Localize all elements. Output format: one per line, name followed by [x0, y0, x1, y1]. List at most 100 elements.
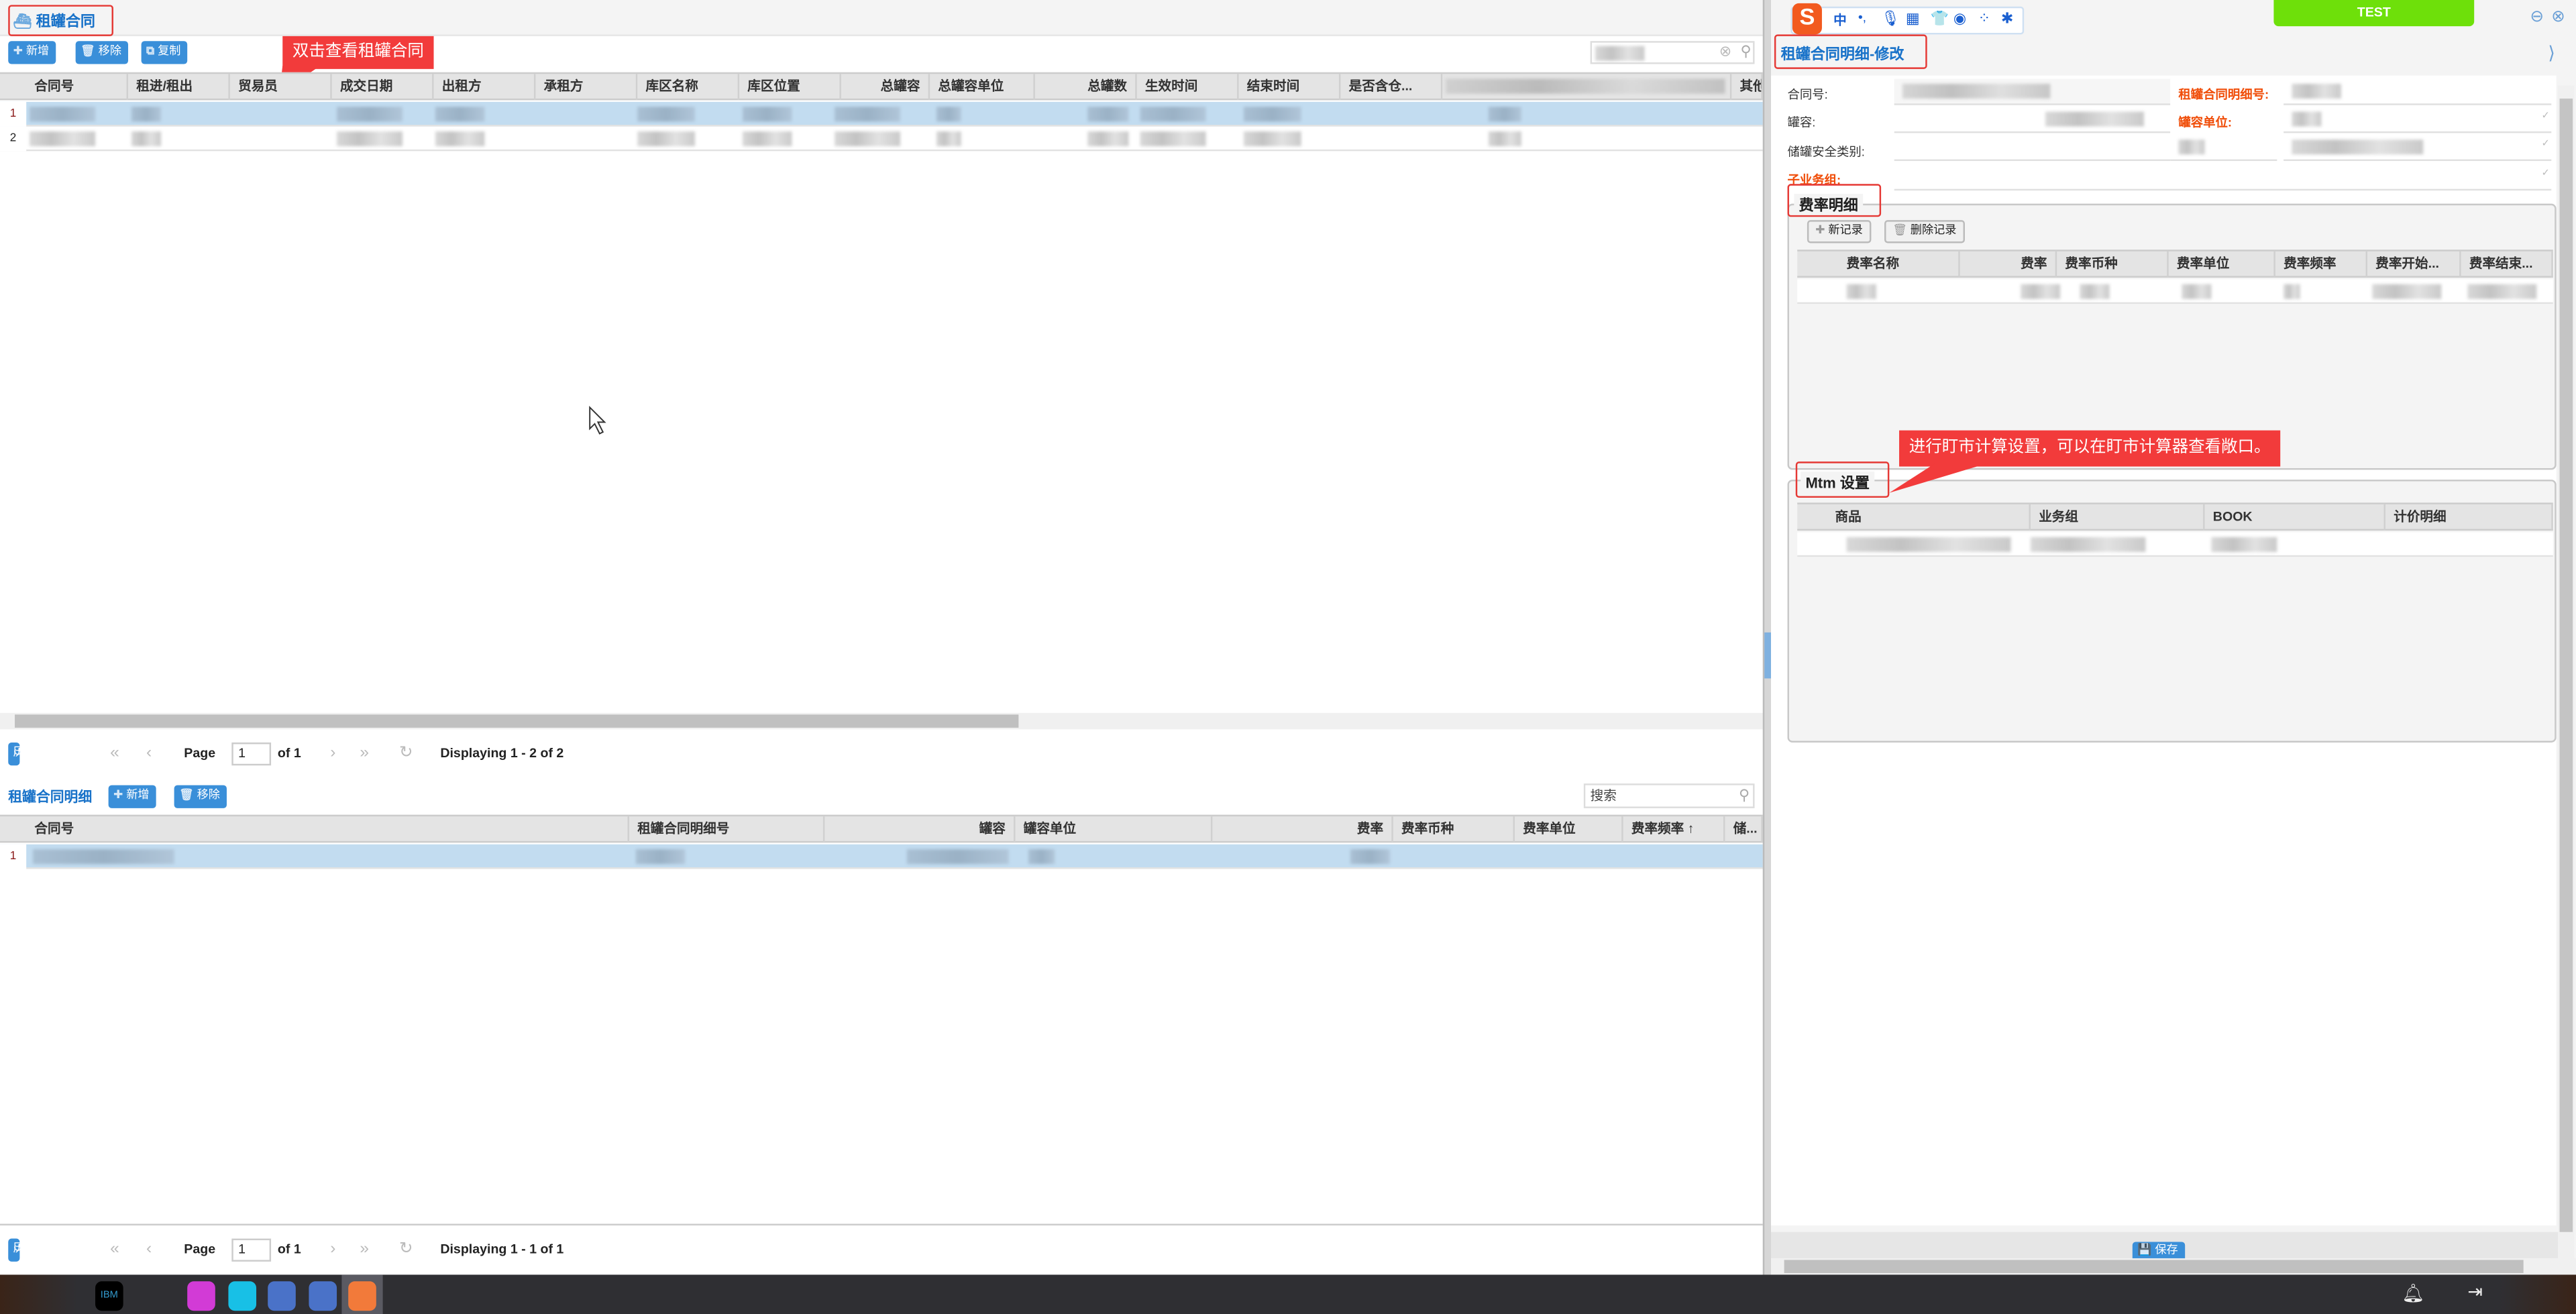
- col-rate-unit[interactable]: 费率单位: [1515, 816, 1623, 843]
- refresh-icon[interactable]: ↻: [399, 1239, 413, 1262]
- first-page-icon[interactable]: «: [110, 743, 119, 765]
- next-page-icon[interactable]: ›: [330, 743, 335, 765]
- home-app-icon[interactable]: [268, 1281, 296, 1311]
- skin-icon[interactable]: 👕: [1931, 10, 1949, 28]
- search-input[interactable]: ⊗ ⚲: [1590, 41, 1755, 64]
- blurred-field[interactable]: [2170, 134, 2277, 162]
- shop-app-icon[interactable]: [187, 1281, 215, 1311]
- col-rate[interactable]: 费率: [1960, 251, 2057, 278]
- col-storage[interactable]: 储...: [1725, 816, 1763, 843]
- col-rate-start[interactable]: 费率开始...: [2367, 251, 2461, 278]
- logout-icon[interactable]: ⇥: [2467, 1281, 2483, 1303]
- expand-icon[interactable]: ⟩: [2548, 43, 2555, 64]
- col-lessor[interactable]: 出租方: [434, 74, 536, 101]
- apps-icon[interactable]: ⁘: [1978, 10, 1990, 28]
- col-area-location[interactable]: 库区位置: [739, 74, 841, 101]
- table-row[interactable]: [1797, 279, 2553, 305]
- col-business-group[interactable]: 业务组: [2031, 504, 2205, 531]
- bell-icon[interactable]: 🔔︎: [2402, 1283, 2424, 1304]
- close-icon[interactable]: ⊗: [2551, 8, 2565, 26]
- browser-app-icon[interactable]: [228, 1281, 257, 1311]
- robot-icon[interactable]: ◉: [1953, 10, 1966, 28]
- search-icon[interactable]: ⚲: [1739, 785, 1750, 807]
- col-rate-frequency[interactable]: 费率频率: [2275, 251, 2368, 278]
- capacity-unit-select[interactable]: ✓: [2284, 107, 2552, 133]
- mic-icon[interactable]: 🎙: [1881, 10, 1900, 28]
- panel-splitter[interactable]: [1762, 0, 1772, 1275]
- collapse-handle[interactable]: [1764, 632, 1772, 679]
- col-rate-unit[interactable]: 费率单位: [2169, 251, 2275, 278]
- detail-remove-button[interactable]: 🗑 移除: [174, 785, 227, 808]
- col-pricing-detail[interactable]: 计价明细: [2385, 504, 2553, 531]
- chevron-down-icon[interactable]: ✓: [2542, 168, 2550, 179]
- prev-page-icon[interactable]: ‹: [146, 1239, 152, 1262]
- col-includes-storage[interactable]: 是否含仓...: [1340, 74, 1443, 101]
- detail-no-field[interactable]: [2284, 78, 2552, 105]
- page-input[interactable]: 1: [231, 1238, 272, 1262]
- copy-button[interactable]: ⧉ 复制: [141, 41, 188, 64]
- sub-group-select[interactable]: ✓: [1894, 164, 2552, 191]
- capacity-field[interactable]: [1894, 107, 2171, 133]
- col-tank-count[interactable]: 总罐数: [1035, 74, 1137, 101]
- col-other[interactable]: 其他: [1731, 74, 1763, 101]
- history-button[interactable]: ↺ 历史记录: [8, 742, 59, 766]
- page-input[interactable]: 1: [231, 742, 272, 766]
- blurred-select[interactable]: ✓: [2284, 134, 2552, 162]
- col-rate-currency[interactable]: 费率币种: [2057, 251, 2169, 278]
- remove-button[interactable]: 🗑 移除: [75, 41, 128, 64]
- table-row[interactable]: [1797, 532, 2553, 557]
- col-rate-frequency[interactable]: 费率频率 ↑: [1623, 816, 1725, 843]
- col-capacity-unit[interactable]: 总罐容单位: [930, 74, 1035, 101]
- history-button[interactable]: ↺ 历史记录: [8, 1238, 59, 1262]
- keyboard-icon[interactable]: ▦: [1906, 10, 1920, 28]
- ime-mode[interactable]: 中: [1833, 11, 1847, 30]
- horizontal-scrollbar[interactable]: [0, 712, 1763, 730]
- col-rate-end[interactable]: 费率结束...: [2461, 251, 2553, 278]
- new-record-button[interactable]: ✚ 新记录: [1807, 220, 1871, 243]
- col-capacity[interactable]: 罐容: [824, 816, 1016, 843]
- punct-icon[interactable]: •,: [1858, 10, 1866, 25]
- col-detail-no[interactable]: 租罐合同明细号: [629, 816, 825, 843]
- settings-icon[interactable]: ✱: [2001, 10, 2013, 28]
- table-row[interactable]: 2: [0, 126, 1763, 152]
- delete-record-button[interactable]: 🗑 删除记录: [1884, 220, 1965, 243]
- home-app-2-icon[interactable]: [309, 1281, 337, 1311]
- ime-toolbar[interactable]: S 中 •, 🎙 ▦ 👕 ◉ ⁘ ✱: [1790, 3, 2025, 35]
- spreadsheet-app-icon[interactable]: [348, 1281, 376, 1311]
- col-blurred[interactable]: [1442, 74, 1732, 101]
- vertical-scrollbar[interactable]: [2558, 85, 2575, 1258]
- col-contract-no[interactable]: 合同号: [26, 74, 129, 101]
- col-lessee[interactable]: 承租方: [535, 74, 638, 101]
- last-page-icon[interactable]: »: [360, 743, 369, 765]
- table-row[interactable]: 1: [0, 844, 1763, 869]
- next-page-icon[interactable]: ›: [330, 1239, 335, 1262]
- col-deal-date[interactable]: 成交日期: [332, 74, 434, 101]
- sogou-logo[interactable]: S: [1792, 3, 1822, 35]
- contract-no-field[interactable]: [1894, 78, 2171, 105]
- prev-page-icon[interactable]: ‹: [146, 743, 152, 765]
- chevron-down-icon[interactable]: ✓: [2542, 110, 2550, 122]
- col-capacity-unit[interactable]: 罐容单位: [1015, 816, 1213, 843]
- search-icon[interactable]: ⚲: [1740, 43, 1751, 61]
- col-effective-time[interactable]: 生效时间: [1137, 74, 1239, 101]
- refresh-icon[interactable]: ↻: [399, 743, 413, 765]
- col-total-capacity[interactable]: 总罐容: [841, 74, 930, 101]
- col-trader[interactable]: 贸易员: [230, 74, 332, 101]
- horizontal-scrollbar[interactable]: [1771, 1258, 2576, 1275]
- col-rate[interactable]: 费率: [1212, 816, 1393, 843]
- col-commodity[interactable]: 商品: [1827, 504, 2031, 531]
- scrollbar-thumb[interactable]: [2559, 98, 2573, 1232]
- detail-search-input[interactable]: 搜索 ⚲: [1583, 783, 1755, 808]
- col-end-time[interactable]: 结束时间: [1239, 74, 1341, 101]
- col-rate-currency[interactable]: 费率币种: [1393, 816, 1515, 843]
- table-row[interactable]: 1: [0, 101, 1763, 127]
- scrollbar-thumb[interactable]: [15, 714, 1019, 728]
- col-contract-no[interactable]: 合同号: [26, 816, 629, 843]
- col-direction[interactable]: 租进/租出: [128, 74, 230, 101]
- first-page-icon[interactable]: «: [110, 1239, 119, 1262]
- chevron-down-icon[interactable]: ✓: [2542, 138, 2550, 150]
- add-button[interactable]: ✚ 新增: [8, 41, 56, 64]
- detail-add-button[interactable]: ✚ 新增: [108, 785, 156, 808]
- col-book[interactable]: BOOK: [2205, 504, 2385, 531]
- safety-class-select[interactable]: [1894, 134, 2171, 162]
